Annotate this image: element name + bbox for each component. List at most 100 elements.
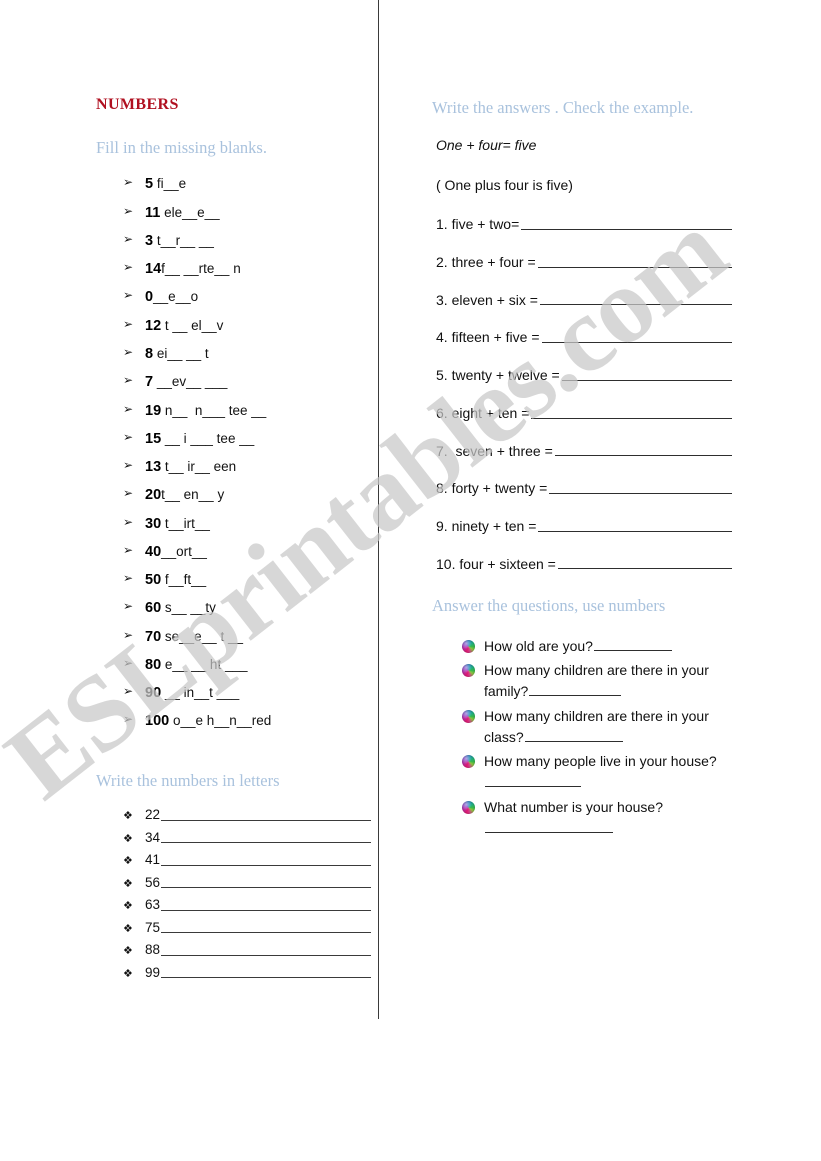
answer-blank-line[interactable] <box>485 820 613 833</box>
item-blank-text: n__ n___ tee __ <box>161 402 267 418</box>
answer-blank-line[interactable] <box>161 864 371 866</box>
math-problem-text: 1. five + two= <box>436 216 520 233</box>
diamond-bullet-icon: ❖ <box>123 854 133 868</box>
heading-answer-questions: Answer the questions, use numbers <box>432 596 666 616</box>
answer-blank-line[interactable] <box>538 530 732 532</box>
math-problem-text: 6. eight + ten = <box>436 404 530 421</box>
answer-blank-line[interactable] <box>524 729 623 742</box>
list-item: ❖ 88 <box>123 943 371 966</box>
item-blank-text: t__ ir__ een <box>161 459 237 475</box>
item-number: 63 <box>145 897 161 913</box>
sphere-bullet-icon <box>462 800 475 814</box>
item-number: 99 <box>145 964 161 980</box>
answer-blank-line[interactable] <box>161 887 371 889</box>
math-problem-text: 4. fifteen + five = <box>436 329 540 346</box>
item-blank-text: __e__o <box>153 289 199 305</box>
diamond-bullet-icon: ❖ <box>123 966 133 980</box>
write-numbers-list: ❖ 22 ❖ 34 ❖ 41 ❖ 56 ❖ 63 ❖ 75 ❖ 88 ❖ 99 <box>96 808 371 988</box>
list-item: 10. four + sixteen = <box>436 555 732 572</box>
arrow-bullet-icon: ➢ <box>123 288 134 303</box>
list-item: ❖ 63 <box>123 898 371 921</box>
arrow-bullet-icon: ➢ <box>123 542 134 557</box>
item-number: 3 <box>145 232 154 249</box>
answer-blank-line[interactable] <box>539 304 732 306</box>
item-blank-text: ei__ __ t <box>153 346 209 362</box>
list-item: ❖ 34 <box>123 831 371 854</box>
list-item: ➢ 3 t__r__ __ <box>123 232 371 262</box>
answer-blank-line[interactable] <box>161 819 371 821</box>
item-number: 90 <box>145 685 162 702</box>
answer-blank-line[interactable] <box>593 638 672 651</box>
item-number: 5 <box>145 176 154 193</box>
list-item: ➢ 80 e__ __ ht ___ <box>123 656 371 686</box>
list-item: ➢ 8 ei__ __ t <box>123 346 371 375</box>
answer-blank-line[interactable] <box>161 842 371 844</box>
answer-blank-line[interactable] <box>161 909 371 911</box>
arrow-bullet-icon: ➢ <box>123 373 134 388</box>
list-item: 9. ninety + ten = <box>436 519 732 534</box>
arrow-bullet-icon: ➢ <box>123 175 134 190</box>
answer-blank-line[interactable] <box>549 492 732 494</box>
item-number: 70 <box>145 628 162 645</box>
arrow-bullet-icon: ➢ <box>123 627 134 642</box>
list-item: ❖ 56 <box>123 876 371 899</box>
answer-blank-line[interactable] <box>161 954 371 956</box>
worksheet-page: ESLprintables.com NUMBERS Fill in the mi… <box>0 0 821 1161</box>
arrow-bullet-icon: ➢ <box>123 429 134 444</box>
answer-blank-line[interactable] <box>554 455 732 457</box>
math-problem-text: 10. four + sixteen = <box>436 555 556 572</box>
example-words: ( One plus four is five) <box>436 177 573 194</box>
item-number: 30 <box>145 515 162 532</box>
arrow-bullet-icon: ➢ <box>123 684 134 699</box>
list-item: ➢ 11 ele__e__ <box>123 203 371 234</box>
answer-blank-line[interactable] <box>531 417 732 419</box>
math-problems-list: 1. five + two= 2. three + four = 3. eleven… <box>432 217 732 571</box>
answer-blank-line[interactable] <box>561 379 732 381</box>
list-item: 7. seven + three = <box>436 442 732 459</box>
item-number: 14 <box>145 261 162 278</box>
list-item: ➢ 7 __ev__ ___ <box>123 373 371 403</box>
item-number: 11 <box>145 204 161 221</box>
item-number: 41 <box>145 852 161 868</box>
list-item: ➢ 19 n__ n___ tee __ <box>123 402 371 432</box>
answer-blank-line[interactable] <box>557 568 732 570</box>
item-blank-text: t__irt__ <box>161 515 210 531</box>
list-item: ❖ 22 <box>123 808 371 831</box>
math-problem-text: 7. seven + three = <box>436 442 553 459</box>
item-blank-text: t__ en__ y <box>161 487 225 503</box>
list-item: ➢ 40__ort__ <box>123 542 371 573</box>
item-blank-text: se__e__ t __ <box>161 628 243 644</box>
sphere-bullet-icon <box>462 755 475 769</box>
item-blank-text: t __ el__v <box>161 317 224 333</box>
heading-fill-blanks: Fill in the missing blanks. <box>96 138 267 157</box>
item-number: 15 <box>145 430 162 447</box>
arrow-bullet-icon: ➢ <box>123 486 134 501</box>
answer-blank-line[interactable] <box>521 229 732 231</box>
list-item: ➢ 20t__ en__ y <box>123 486 371 516</box>
left-column: NUMBERS Fill in the missing blanks. ➢ 5 f… <box>96 96 371 988</box>
item-number: 34 <box>145 829 161 845</box>
item-blank-text: o__e h__n__red <box>169 713 272 729</box>
sphere-bullet-icon <box>462 663 475 677</box>
item-blank-text: ele__e__ <box>160 204 220 220</box>
list-item: 6. eight + ten = <box>436 406 732 421</box>
sphere-bullet-icon <box>462 639 475 653</box>
arrow-bullet-icon: ➢ <box>123 203 134 218</box>
answer-blank-line[interactable] <box>161 977 371 979</box>
diamond-bullet-icon: ❖ <box>123 876 133 890</box>
list-item: 1. five + two= <box>436 217 732 232</box>
answer-blank-line[interactable] <box>541 342 732 344</box>
arrow-bullet-icon: ➢ <box>123 712 134 727</box>
item-blank-text: __ort__ <box>161 543 207 559</box>
answer-blank-line[interactable] <box>485 774 581 788</box>
answer-blank-line[interactable] <box>537 266 732 268</box>
arrow-bullet-icon: ➢ <box>123 514 134 529</box>
item-number: 22 <box>145 807 161 823</box>
list-item: 4. fifteen + five = <box>436 330 732 345</box>
list-item: 2. three + four = <box>436 255 732 270</box>
math-problem-text: 3. eleven + six = <box>436 291 538 308</box>
math-problem-text: 5. twenty + twelve = <box>436 367 560 384</box>
item-number: 50 <box>145 572 162 589</box>
answer-blank-line[interactable] <box>529 683 622 697</box>
answer-blank-line[interactable] <box>161 932 371 934</box>
